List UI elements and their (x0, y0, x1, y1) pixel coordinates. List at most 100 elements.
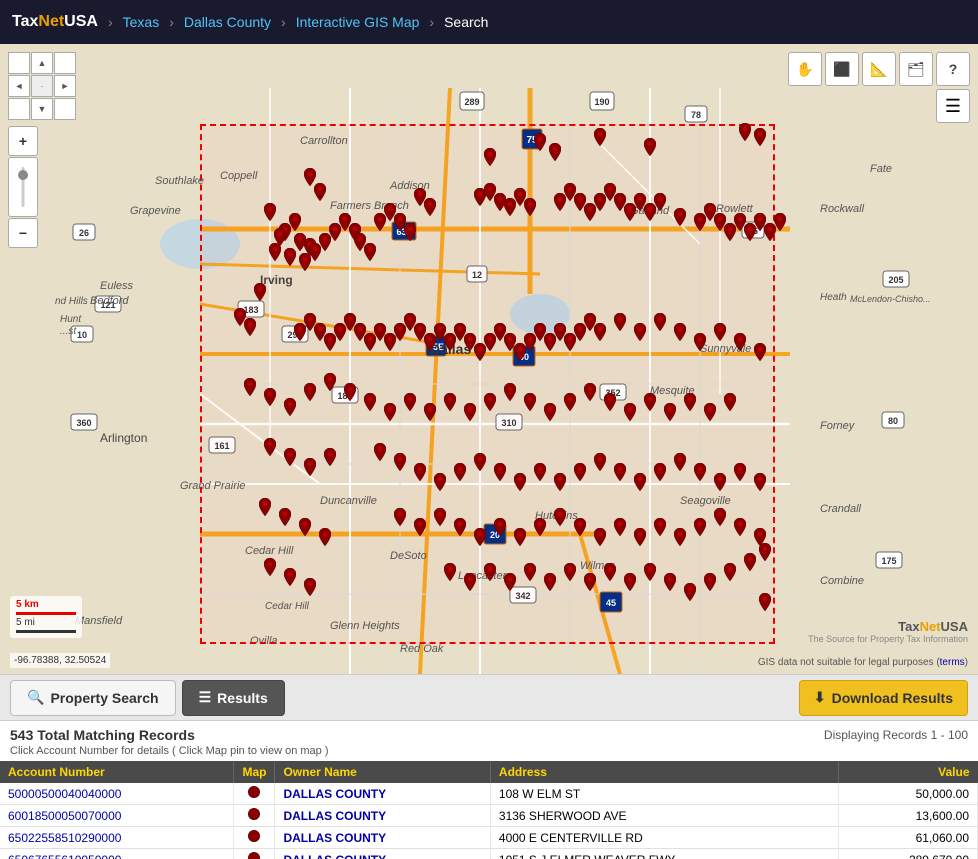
map-pin[interactable] (734, 518, 746, 534)
map-pin[interactable] (484, 563, 496, 579)
map-pin[interactable] (564, 563, 576, 579)
map-pin[interactable] (494, 463, 506, 479)
pan-control[interactable]: ▲ ◄ · ► ▼ (8, 52, 76, 120)
map-pin[interactable] (744, 553, 756, 569)
map-pin-cell[interactable] (234, 783, 275, 805)
map-pin[interactable] (714, 323, 726, 339)
account-link[interactable]: 65022558510290000 (8, 831, 121, 845)
map-pin[interactable] (524, 393, 536, 409)
map-pin[interactable] (704, 573, 716, 589)
map-pin[interactable] (694, 333, 706, 349)
layers-button[interactable]: 🗂 (899, 52, 933, 86)
map-pin[interactable] (304, 458, 316, 474)
pan-se[interactable] (54, 98, 76, 120)
zoom-rect-button[interactable]: ⬛ (825, 52, 859, 86)
pan-nw[interactable] (8, 52, 30, 74)
map-pin[interactable] (674, 528, 686, 544)
map-pin[interactable] (614, 313, 626, 329)
terms-link[interactable]: terms (940, 657, 965, 668)
map-pin[interactable] (364, 243, 376, 259)
pan-ne[interactable] (54, 52, 76, 74)
map-pin[interactable] (244, 378, 256, 394)
map-pin[interactable] (264, 203, 276, 219)
map-pin[interactable] (644, 138, 656, 154)
map-pin[interactable] (754, 528, 766, 544)
map-pin[interactable] (269, 243, 281, 259)
map-pin[interactable] (759, 593, 771, 609)
map-pin[interactable] (274, 228, 286, 244)
map-pin[interactable] (494, 518, 506, 534)
owner-name[interactable]: DALLAS COUNTY (275, 783, 490, 805)
map-pin[interactable] (264, 438, 276, 454)
map-pin[interactable] (444, 393, 456, 409)
map-pin[interactable] (324, 448, 336, 464)
map-pin[interactable] (404, 393, 416, 409)
map-pin[interactable] (394, 508, 406, 524)
map-pin-cell[interactable] (234, 849, 275, 859)
map-pin[interactable] (279, 508, 291, 524)
map-pin[interactable] (264, 558, 276, 574)
breadcrumb-texas[interactable]: Texas (123, 14, 160, 30)
map-pin[interactable] (374, 443, 386, 459)
row-map-pin[interactable] (248, 852, 260, 859)
pan-w[interactable]: ◄ (8, 75, 30, 97)
map-pin[interactable] (534, 133, 546, 149)
map-pin[interactable] (424, 198, 436, 214)
pan-tool-button[interactable]: ✋ (788, 52, 822, 86)
account-link[interactable]: 60018500050070000 (8, 809, 121, 823)
map-pin[interactable] (394, 453, 406, 469)
breadcrumb-gis[interactable]: Interactive GIS Map (296, 14, 420, 30)
map-pin[interactable] (754, 473, 766, 489)
map-pin[interactable] (654, 463, 666, 479)
owner-name[interactable]: DALLAS COUNTY (275, 805, 490, 827)
map-pin[interactable] (434, 473, 446, 489)
row-map-pin[interactable] (248, 786, 260, 798)
map-pin[interactable] (464, 573, 476, 589)
map-pin[interactable] (724, 393, 736, 409)
map-pin[interactable] (264, 388, 276, 404)
account-number[interactable]: 50000500040040000 (0, 783, 234, 805)
layers-toggle-button[interactable]: ☰ (936, 89, 970, 123)
map-pin[interactable] (714, 508, 726, 524)
map-pin[interactable] (724, 563, 736, 579)
map-pin[interactable] (544, 573, 556, 589)
map-pin[interactable] (694, 518, 706, 534)
map-pin[interactable] (734, 333, 746, 349)
map-pin[interactable] (464, 403, 476, 419)
map-pin[interactable] (534, 518, 546, 534)
map-pin[interactable] (254, 283, 266, 299)
map-pin[interactable] (594, 528, 606, 544)
map-pin[interactable] (544, 403, 556, 419)
map-pin[interactable] (524, 198, 536, 214)
account-link[interactable]: 65067655610050000 (8, 853, 121, 859)
map-pin[interactable] (484, 393, 496, 409)
map-pin[interactable] (404, 223, 416, 239)
map-pin[interactable] (299, 518, 311, 534)
map-pin[interactable] (684, 583, 696, 599)
map-pin[interactable] (734, 463, 746, 479)
map-pin[interactable] (674, 323, 686, 339)
map-pin[interactable] (304, 168, 316, 184)
map-pin[interactable] (584, 573, 596, 589)
map-pin[interactable] (694, 463, 706, 479)
map-pin[interactable] (524, 563, 536, 579)
pan-e[interactable]: ► (54, 75, 76, 97)
map-pin-cell[interactable] (234, 827, 275, 849)
property-search-button[interactable]: 🔍 Property Search (10, 680, 176, 716)
owner-name[interactable]: DALLAS COUNTY (275, 849, 490, 859)
map-pin[interactable] (304, 383, 316, 399)
map-pin[interactable] (594, 128, 606, 144)
map-pin[interactable] (664, 403, 676, 419)
owner-name[interactable]: DALLAS COUNTY (275, 827, 490, 849)
map-pin[interactable] (594, 323, 606, 339)
map-pin[interactable] (284, 568, 296, 584)
map-pin[interactable] (754, 128, 766, 144)
map-pin[interactable] (259, 498, 271, 514)
map-pin[interactable] (304, 578, 316, 594)
map-pin[interactable] (514, 473, 526, 489)
map-pin[interactable] (474, 453, 486, 469)
map-pin[interactable] (504, 383, 516, 399)
map-pin[interactable] (344, 383, 356, 399)
map-pin[interactable] (654, 193, 666, 209)
map-pin[interactable] (434, 508, 446, 524)
